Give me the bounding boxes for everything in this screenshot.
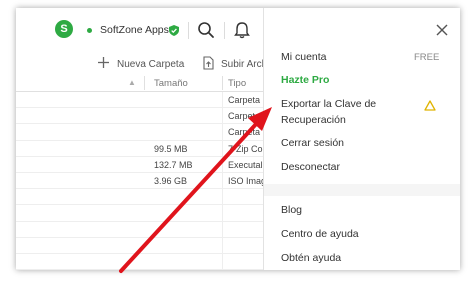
account-menu: Mi cuenta FREE Hazte Pro Exportar la Cla… bbox=[263, 8, 460, 270]
cell-type: Carpeta bbox=[228, 111, 261, 122]
menu-item-go-pro[interactable]: Hazte Pro bbox=[281, 72, 329, 88]
table-row[interactable] bbox=[16, 205, 276, 222]
column-separator bbox=[222, 108, 223, 124]
column-separator bbox=[222, 172, 223, 189]
upload-file-icon[interactable] bbox=[203, 56, 214, 70]
column-separator bbox=[222, 140, 223, 156]
close-icon[interactable] bbox=[436, 24, 448, 36]
shield-check-icon bbox=[169, 25, 179, 36]
column-separator bbox=[222, 92, 223, 108]
table-row[interactable] bbox=[16, 189, 276, 206]
new-folder-button[interactable]: Nueva Carpeta bbox=[117, 59, 184, 70]
table-row[interactable]: 132.7 MB Executal bbox=[16, 156, 276, 173]
menu-divider bbox=[264, 184, 460, 196]
table-header: ▲ Tamaño Tipo bbox=[16, 74, 276, 92]
menu-item-get-help[interactable]: Obtén ayuda bbox=[281, 250, 341, 266]
cell-size: 99.5 MB bbox=[154, 143, 188, 154]
online-status-dot bbox=[87, 28, 92, 33]
avatar[interactable]: S bbox=[55, 20, 73, 38]
account-name[interactable]: SoftZone Apps bbox=[100, 24, 169, 36]
toolbar-separator bbox=[224, 22, 225, 39]
menu-item-disconnect[interactable]: Desconectar bbox=[281, 159, 340, 175]
column-separator bbox=[144, 76, 145, 90]
cell-type: Executal bbox=[228, 159, 263, 170]
cell-type: ISO Imag bbox=[228, 175, 267, 186]
column-separator bbox=[222, 253, 223, 270]
table-row[interactable]: Carpeta bbox=[16, 124, 276, 141]
table-row[interactable]: 3.96 GB ISO Imag bbox=[16, 172, 276, 190]
plan-badge: FREE bbox=[414, 52, 440, 63]
menu-item-help-center[interactable]: Centro de ayuda bbox=[281, 226, 359, 242]
column-separator bbox=[222, 237, 223, 253]
column-separator bbox=[222, 76, 223, 90]
column-separator bbox=[222, 124, 223, 140]
table-row[interactable]: 99.5 MB 7-Zip Co bbox=[16, 140, 276, 157]
cell-type: Carpeta bbox=[228, 127, 261, 138]
table-row[interactable]: Carpeta bbox=[16, 92, 276, 109]
table-row[interactable]: Carpeta bbox=[16, 108, 276, 125]
upload-file-button[interactable]: Subir Arch bbox=[221, 59, 267, 70]
toolbar-separator bbox=[188, 22, 189, 39]
column-separator bbox=[222, 189, 223, 205]
search-icon[interactable] bbox=[197, 21, 215, 39]
cell-type: 7-Zip Co bbox=[228, 143, 263, 154]
file-list: Carpeta Carpeta Carpeta 99.5 MB 7-Zip Co … bbox=[16, 92, 276, 270]
column-header-size[interactable]: Tamaño bbox=[154, 78, 188, 89]
column-separator bbox=[222, 156, 223, 172]
menu-item-export-recovery-key[interactable]: Exportar la Clave de Recuperación bbox=[281, 96, 401, 128]
table-row[interactable] bbox=[16, 237, 276, 254]
sort-arrow-icon[interactable]: ▲ bbox=[128, 78, 136, 87]
file-toolbar: Nueva Carpeta Subir Arch bbox=[16, 48, 276, 76]
column-header-type[interactable]: Tipo bbox=[228, 78, 246, 89]
warning-icon bbox=[424, 100, 436, 111]
column-separator bbox=[222, 221, 223, 237]
table-row[interactable] bbox=[16, 221, 276, 238]
column-separator bbox=[222, 205, 223, 221]
menu-item-blog[interactable]: Blog bbox=[281, 202, 302, 218]
menu-item-my-account[interactable]: Mi cuenta bbox=[281, 49, 327, 65]
app-window: S SoftZone Apps Nueva Carpeta Subir Arch… bbox=[16, 8, 460, 270]
table-row[interactable] bbox=[16, 253, 276, 270]
cell-size: 132.7 MB bbox=[154, 159, 193, 170]
plus-icon[interactable] bbox=[98, 57, 109, 68]
cell-type: Carpeta bbox=[228, 95, 261, 105]
bell-icon[interactable] bbox=[233, 21, 251, 39]
cell-size: 3.96 GB bbox=[154, 175, 188, 186]
menu-item-logout[interactable]: Cerrar sesión bbox=[281, 135, 344, 151]
